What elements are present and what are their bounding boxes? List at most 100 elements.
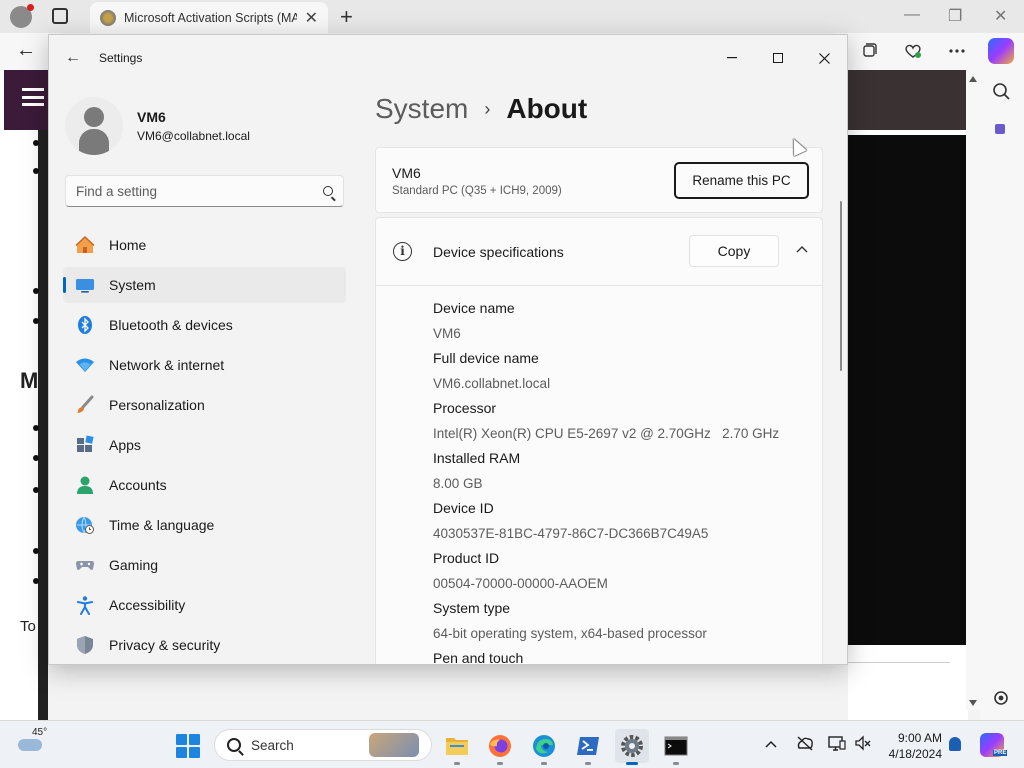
chevron-up-icon[interactable] bbox=[793, 240, 811, 260]
search-icon[interactable] bbox=[323, 186, 333, 196]
network-status-icon[interactable] bbox=[796, 735, 814, 754]
webpage-bullet bbox=[33, 288, 39, 294]
user-profile[interactable]: VM6 VM6@collabnet.local bbox=[65, 97, 250, 155]
browser-back-button[interactable]: ← bbox=[16, 39, 36, 62]
maximize-icon bbox=[773, 53, 783, 63]
powershell-button[interactable] bbox=[571, 729, 605, 765]
spec-label: Product ID bbox=[433, 550, 500, 566]
nav-item-gaming[interactable]: Gaming bbox=[63, 547, 346, 583]
pc-name-card: VM6 Standard PC (Q35 + ICH9, 2009) Renam… bbox=[375, 147, 823, 213]
webpage-image bbox=[848, 70, 966, 130]
webpage-bullet bbox=[33, 548, 39, 554]
device-specifications-header[interactable]: i Device specifications Copy bbox=[376, 218, 822, 286]
nav-item-time-language[interactable]: Time & language bbox=[63, 507, 346, 543]
settings-search-input[interactable] bbox=[76, 183, 323, 199]
webpage-heading-fragment: M bbox=[20, 368, 39, 393]
nav-item-label: Time & language bbox=[109, 517, 215, 533]
nav-item-system[interactable]: System bbox=[63, 267, 346, 303]
notification-bell-icon[interactable] bbox=[949, 737, 961, 751]
nav-item-apps[interactable]: Apps bbox=[63, 427, 346, 463]
taskbar-search-box[interactable]: Search bbox=[214, 729, 432, 761]
edge-icon bbox=[533, 735, 555, 757]
tab-actions-icon[interactable] bbox=[52, 8, 68, 24]
taskbar-search-label: Search bbox=[251, 737, 294, 753]
browser-essentials-icon[interactable] bbox=[900, 38, 926, 64]
windows-logo-tile bbox=[189, 747, 200, 758]
nav-item-accounts[interactable]: Accounts bbox=[63, 467, 346, 503]
webpage-bullet bbox=[33, 578, 39, 584]
browser-tab[interactable]: Microsoft Activation Scripts (MAS) ✕ bbox=[90, 2, 328, 33]
breadcrumb-parent[interactable]: System bbox=[375, 93, 468, 125]
minimize-button[interactable] bbox=[709, 43, 755, 73]
webpage-menu-icon[interactable] bbox=[22, 88, 44, 106]
settings-titlebar[interactable]: ← Settings bbox=[49, 35, 847, 81]
webpage-scrollbar[interactable] bbox=[966, 70, 980, 710]
nav-item-privacy-security[interactable]: Privacy & security bbox=[63, 627, 346, 663]
spec-value: 8.00 GB bbox=[433, 476, 483, 491]
nav-item-home[interactable]: Home bbox=[63, 227, 346, 263]
windows-logo-tile bbox=[176, 734, 187, 745]
edge-button[interactable] bbox=[527, 729, 561, 765]
more-options-icon[interactable] bbox=[944, 38, 970, 64]
browser-sidebar bbox=[980, 70, 1024, 720]
terminal-button[interactable] bbox=[659, 729, 693, 765]
webpage-bullet bbox=[33, 455, 39, 461]
new-tab-button[interactable]: + bbox=[340, 4, 353, 30]
settings-back-button[interactable]: ← bbox=[65, 49, 81, 67]
rename-pc-button[interactable]: Rename this PC bbox=[674, 162, 809, 199]
taskbar-active-indicator bbox=[626, 762, 638, 765]
content-scrollbar[interactable] bbox=[840, 201, 842, 371]
page-title: About bbox=[506, 93, 588, 124]
browser-tab-strip: Microsoft Activation Scripts (MAS) ✕ + —… bbox=[0, 0, 1024, 33]
maximize-button[interactable] bbox=[755, 43, 801, 73]
windows-logo-tile bbox=[189, 734, 200, 745]
wifi-icon bbox=[75, 355, 95, 375]
globe-clock-icon bbox=[75, 515, 95, 535]
browser-restore-button[interactable]: ❐ bbox=[948, 6, 962, 26]
close-button[interactable] bbox=[801, 43, 847, 73]
firefox-button[interactable] bbox=[483, 729, 517, 765]
nav-item-label: Accounts bbox=[109, 477, 167, 493]
weather-widget[interactable]: 45° bbox=[18, 727, 50, 755]
tab-close-icon[interactable]: ✕ bbox=[305, 8, 318, 28]
start-button[interactable] bbox=[176, 734, 200, 758]
bluetooth-icon bbox=[75, 315, 95, 335]
device-specifications-card: i Device specifications Copy Device name… bbox=[375, 217, 823, 664]
terminal-icon bbox=[664, 736, 688, 756]
folder-icon bbox=[446, 738, 468, 755]
spec-label: Processor bbox=[433, 400, 497, 416]
nav-item-label: Accessibility bbox=[109, 597, 186, 613]
shield-icon bbox=[75, 635, 95, 655]
nav-item-bluetooth[interactable]: Bluetooth & devices bbox=[63, 307, 346, 343]
browser-minimize-button[interactable]: — bbox=[904, 6, 920, 24]
collections-icon[interactable] bbox=[856, 38, 882, 64]
show-hidden-icons-button[interactable] bbox=[765, 735, 777, 751]
nav-item-network[interactable]: Network & internet bbox=[63, 347, 346, 383]
user-name: VM6 bbox=[137, 109, 166, 125]
display-icon[interactable] bbox=[828, 735, 846, 754]
file-explorer-button[interactable] bbox=[440, 729, 474, 765]
taskbar-clock[interactable]: 9:00 AM 4/18/2024 bbox=[868, 730, 942, 762]
accessibility-icon bbox=[75, 595, 95, 615]
tab-title: Microsoft Activation Scripts (MAS) bbox=[124, 10, 297, 25]
pc-model: Standard PC (Q35 + ICH9, 2009) bbox=[392, 185, 562, 197]
copilot-icon[interactable] bbox=[988, 38, 1014, 64]
spec-value: Intel(R) Xeon(R) CPU E5-2697 v2 @ 2.70GH… bbox=[433, 426, 780, 441]
nav-item-label: Network & internet bbox=[109, 357, 225, 373]
taskbar-running-indicator bbox=[497, 762, 503, 765]
gamepad-icon bbox=[75, 555, 95, 575]
settings-search-box[interactable] bbox=[65, 175, 344, 207]
gear-icon bbox=[621, 735, 643, 757]
settings-taskbar-button[interactable] bbox=[615, 729, 649, 765]
browser-close-button[interactable]: ✕ bbox=[994, 6, 1007, 26]
taskbar-running-indicator bbox=[454, 762, 460, 765]
nav-item-personalization[interactable]: Personalization bbox=[63, 387, 346, 423]
nav-item-label: Home bbox=[109, 237, 147, 253]
copy-button[interactable]: Copy bbox=[689, 235, 779, 267]
profile-avatar-icon[interactable] bbox=[10, 4, 34, 28]
settings-app-title: Settings bbox=[99, 51, 143, 65]
user-avatar-icon bbox=[65, 97, 123, 155]
webpage-text-fragment: To bbox=[20, 618, 36, 635]
nav-item-accessibility[interactable]: Accessibility bbox=[63, 587, 346, 623]
settings-window: ← Settings VM6 VM6@collabnet.local Home bbox=[48, 34, 848, 665]
